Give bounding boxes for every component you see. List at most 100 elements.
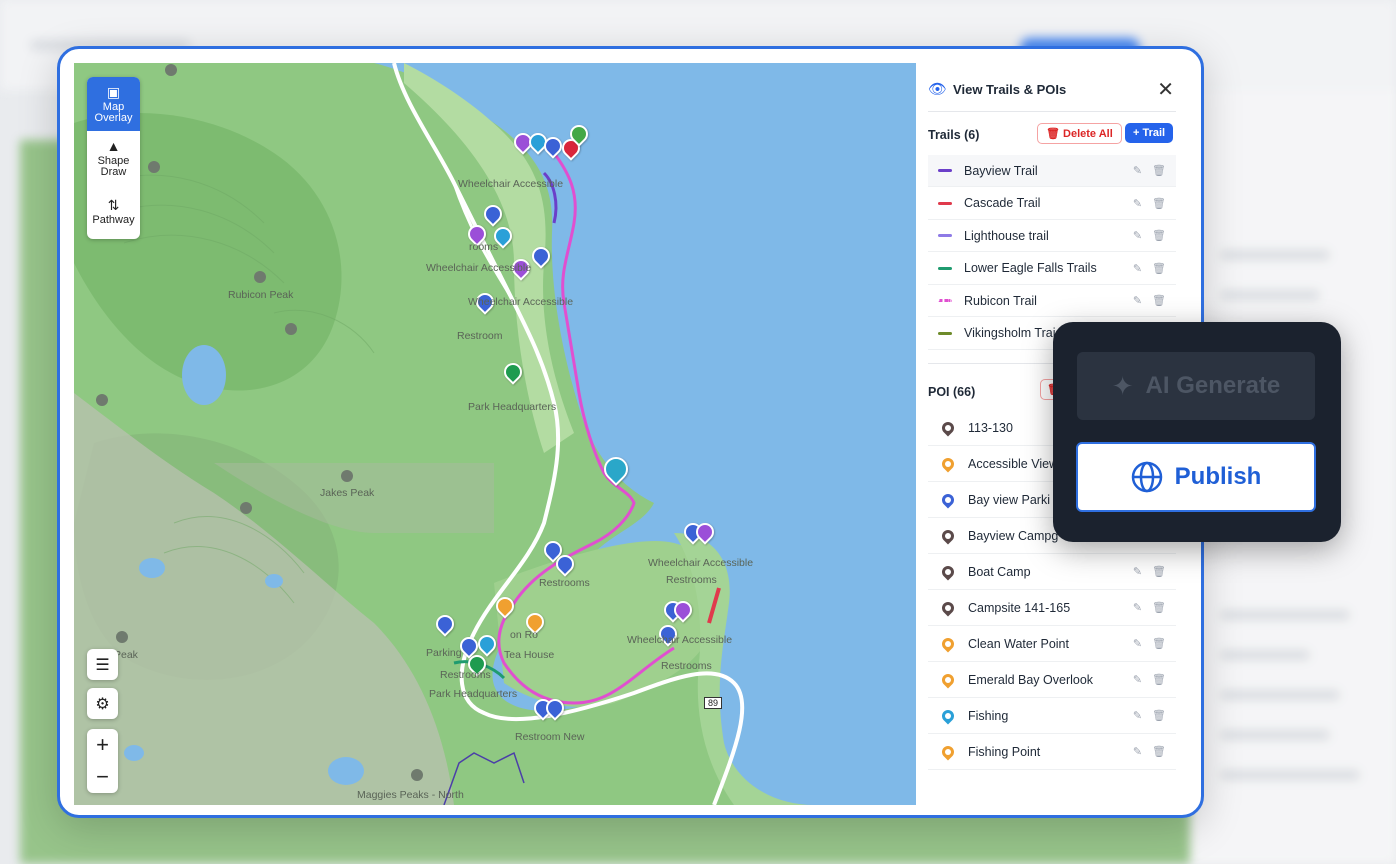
edit-icon[interactable]: ✎ <box>1133 745 1142 758</box>
trail-row[interactable]: Bayview Trail ✎ 🗑 <box>928 155 1176 187</box>
map-label: Parking <box>426 647 462 659</box>
map-label: Restroom New <box>515 731 585 743</box>
zoom-out-button[interactable]: − <box>87 761 118 793</box>
map-label: Park Headquarters <box>429 688 518 700</box>
shape-draw-label: Shape Draw <box>97 154 130 178</box>
map-overlay-button[interactable]: ▣ Map Overlay <box>87 77 140 131</box>
background-text <box>1220 690 1340 700</box>
background-text <box>1220 770 1360 780</box>
poi-actions: ✎🗑 <box>1133 745 1166 758</box>
map-label: Maggies Peaks - North <box>357 789 464 801</box>
poi-row[interactable]: Boat Camp ✎ 🗑 <box>928 554 1176 590</box>
zoom-controls: + − <box>87 729 118 793</box>
ai-generate-label: AI Generate <box>1145 372 1281 399</box>
trail-color-swatch <box>938 201 952 205</box>
trail-row[interactable]: Cascade Trail ✎ 🗑 <box>928 188 1176 220</box>
pathway-label: Pathway <box>92 214 135 226</box>
pathway-button[interactable]: ⇅ Pathway <box>87 185 140 239</box>
poi-pin-icon <box>939 707 957 724</box>
pathway-icon: ⇅ <box>107 197 120 213</box>
zoom-in-button[interactable]: + <box>87 729 118 761</box>
trail-actions: ✎🗑 <box>1133 294 1166 307</box>
trail-editor-card: Wheelchair Accessible rooms Wheelchair A… <box>57 46 1204 818</box>
poi-pin-icon <box>939 419 957 436</box>
map-label: Restrooms <box>539 577 590 589</box>
edit-icon[interactable]: ✎ <box>1133 294 1142 307</box>
poi-row[interactable]: Fishing Point ✎ 🗑 <box>928 734 1176 770</box>
map-label: Jakes Peak <box>320 487 375 499</box>
trail-color-swatch <box>938 299 952 302</box>
map-tool-stack: ▣ Map Overlay ▲ Shape Draw ⇅ Pathway <box>87 77 140 239</box>
shape-draw-button[interactable]: ▲ Shape Draw <box>87 131 140 185</box>
poi-actions: ✎🗑 <box>1133 709 1166 722</box>
trail-name: Lower Eagle Falls Trails <box>964 261 1097 275</box>
poi-row[interactable]: Clean Water Point ✎ 🗑 <box>928 626 1176 662</box>
edit-icon[interactable]: ✎ <box>1133 197 1142 210</box>
trash-icon[interactable]: 🗑 <box>1152 637 1166 650</box>
trail-name: Cascade Trail <box>964 196 1041 210</box>
poi-pin-icon <box>939 455 957 472</box>
map-label: Park Headquarters <box>468 401 557 413</box>
poi-pin-icon <box>939 743 957 760</box>
edit-icon[interactable]: ✎ <box>1133 262 1142 275</box>
ai-generate-button[interactable]: ✦ AI Generate <box>1077 352 1315 420</box>
trail-name: Lighthouse trail <box>964 228 1049 243</box>
trash-icon[interactable]: 🗑 <box>1152 709 1166 722</box>
poi-pin-icon <box>939 599 957 616</box>
poi-row[interactable]: Emerald Bay Overlook ✎ 🗑 <box>928 662 1176 698</box>
edit-icon[interactable]: ✎ <box>1133 565 1142 578</box>
edit-icon[interactable]: ✎ <box>1133 164 1142 177</box>
gear-icon: ⚙ <box>95 695 110 713</box>
panel-title: View Trails & POIs <box>953 81 1067 97</box>
trash-icon[interactable]: 🗑 <box>1152 745 1166 758</box>
edit-icon[interactable]: ✎ <box>1133 601 1142 614</box>
map-overlay-label: Map Overlay <box>94 100 133 124</box>
add-trail-button[interactable]: + Trail <box>1125 123 1174 143</box>
trash-icon[interactable]: 🗑 <box>1152 197 1166 210</box>
poi-pin-icon <box>939 491 957 508</box>
poi-row[interactable]: Campsite 141-165 ✎ 🗑 <box>928 590 1176 626</box>
poi-row[interactable]: Fishing ✎ 🗑 <box>928 698 1176 734</box>
delete-all-trails-button[interactable]: 🗑 Delete All <box>1037 123 1122 144</box>
map-label: Wheelchair Accessible <box>648 557 754 569</box>
edit-icon[interactable]: ✎ <box>1133 229 1142 242</box>
trash-icon[interactable]: 🗑 <box>1152 294 1166 307</box>
poi-header: POI (66) <box>928 385 976 399</box>
publish-label: Publish <box>1174 463 1262 490</box>
edit-icon[interactable]: ✎ <box>1133 673 1142 686</box>
background-text <box>1220 730 1330 740</box>
poi-name: Emerald Bay Overlook <box>968 672 1094 687</box>
map-label: Wheelchair Accessible <box>426 262 532 274</box>
trash-icon[interactable]: 🗑 <box>1152 565 1166 578</box>
poi-pin-icon <box>939 671 957 688</box>
poi-name: Fishing Point <box>968 744 1041 759</box>
trash-icon[interactable]: 🗑 <box>1152 262 1166 275</box>
trash-icon[interactable]: 🗑 <box>1152 229 1166 242</box>
edit-icon[interactable]: ✎ <box>1133 709 1142 722</box>
close-button[interactable]: ✕ <box>1157 77 1174 102</box>
map-canvas[interactable]: Wheelchair Accessible rooms Wheelchair A… <box>74 63 916 805</box>
trash-icon[interactable]: 🗑 <box>1152 601 1166 614</box>
layers-button[interactable]: ☰ <box>87 649 118 680</box>
background-text <box>1220 250 1330 260</box>
poi-pin-icon <box>939 527 957 544</box>
eye-icon: 👁 <box>928 81 948 98</box>
map-label: Restrooms <box>661 660 712 672</box>
publish-button[interactable]: Publish <box>1076 442 1316 512</box>
trash-icon[interactable]: 🗑 <box>1152 164 1166 177</box>
poi-actions: ✎🗑 <box>1133 673 1166 686</box>
poi-name: Clean Water Point <box>968 636 1069 651</box>
trail-row[interactable]: Lighthouse trail ✎ 🗑 <box>928 220 1176 252</box>
background-text <box>1220 290 1320 300</box>
trash-icon[interactable]: 🗑 <box>1152 673 1166 686</box>
trail-row[interactable]: Rubicon Trail ✎ 🗑 <box>928 285 1176 317</box>
panel-header: 👁 View Trails & POIs ✕ <box>928 77 1178 101</box>
trail-actions: ✎🗑 <box>1133 262 1166 275</box>
edit-icon[interactable]: ✎ <box>1133 637 1142 650</box>
map-label: Rubicon Peak <box>228 289 294 301</box>
poi-name: Campsite 141-165 <box>968 600 1071 615</box>
settings-button[interactable]: ⚙ <box>87 688 118 719</box>
map-label: on Ro <box>510 629 539 641</box>
shapes-icon: ▲ <box>106 137 121 154</box>
trail-row[interactable]: Lower Eagle Falls Trails ✎ 🗑 <box>928 253 1176 285</box>
